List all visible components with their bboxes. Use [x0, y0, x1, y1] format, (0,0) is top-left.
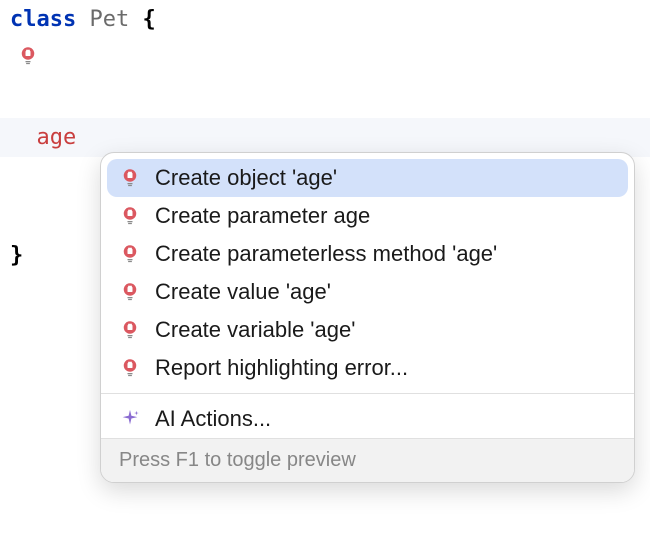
- class-name: Pet: [89, 7, 129, 32]
- bulb-error-icon: [119, 243, 141, 265]
- keyword-class: class: [10, 7, 76, 32]
- popup-item-create-variable[interactable]: Create variable 'age': [101, 311, 634, 349]
- close-brace: }: [10, 243, 23, 268]
- code-line-blank: [0, 79, 650, 118]
- bulb-error-icon: [119, 357, 141, 379]
- popup-item-ai-actions[interactable]: AI Actions...: [101, 400, 634, 438]
- popup-item-label: Create parameterless method 'age': [155, 241, 497, 267]
- popup-item-create-method[interactable]: Create parameterless method 'age': [101, 235, 634, 273]
- popup-item-label: Report highlighting error...: [155, 355, 408, 381]
- bulb-error-icon: [119, 205, 141, 227]
- code-line-1: class Pet {: [0, 0, 650, 39]
- popup-item-label: Create object 'age': [155, 165, 337, 191]
- popup-item-label: AI Actions...: [155, 406, 271, 432]
- error-bulb-gutter-icon[interactable]: [18, 42, 38, 77]
- code-line-2: [0, 39, 650, 79]
- popup-item-report-error[interactable]: Report highlighting error...: [101, 349, 634, 387]
- popup-item-label: Create variable 'age': [155, 317, 355, 343]
- error-identifier: age: [37, 125, 77, 150]
- popup-item-label: Create parameter age: [155, 203, 370, 229]
- bulb-error-icon: [119, 319, 141, 341]
- popup-item-create-object[interactable]: Create object 'age': [107, 159, 628, 197]
- sparkle-icon: [119, 408, 141, 430]
- open-brace: {: [142, 7, 155, 32]
- popup-item-label: Create value 'age': [155, 279, 331, 305]
- popup-divider: [101, 393, 634, 394]
- popup-item-create-parameter[interactable]: Create parameter age: [101, 197, 634, 235]
- intention-actions-popup: Create object 'age' Create parameter age…: [100, 152, 635, 483]
- popup-footer-hint: Press F1 to toggle preview: [101, 438, 634, 482]
- popup-item-create-value[interactable]: Create value 'age': [101, 273, 634, 311]
- bulb-error-icon: [119, 167, 141, 189]
- bulb-error-icon: [119, 281, 141, 303]
